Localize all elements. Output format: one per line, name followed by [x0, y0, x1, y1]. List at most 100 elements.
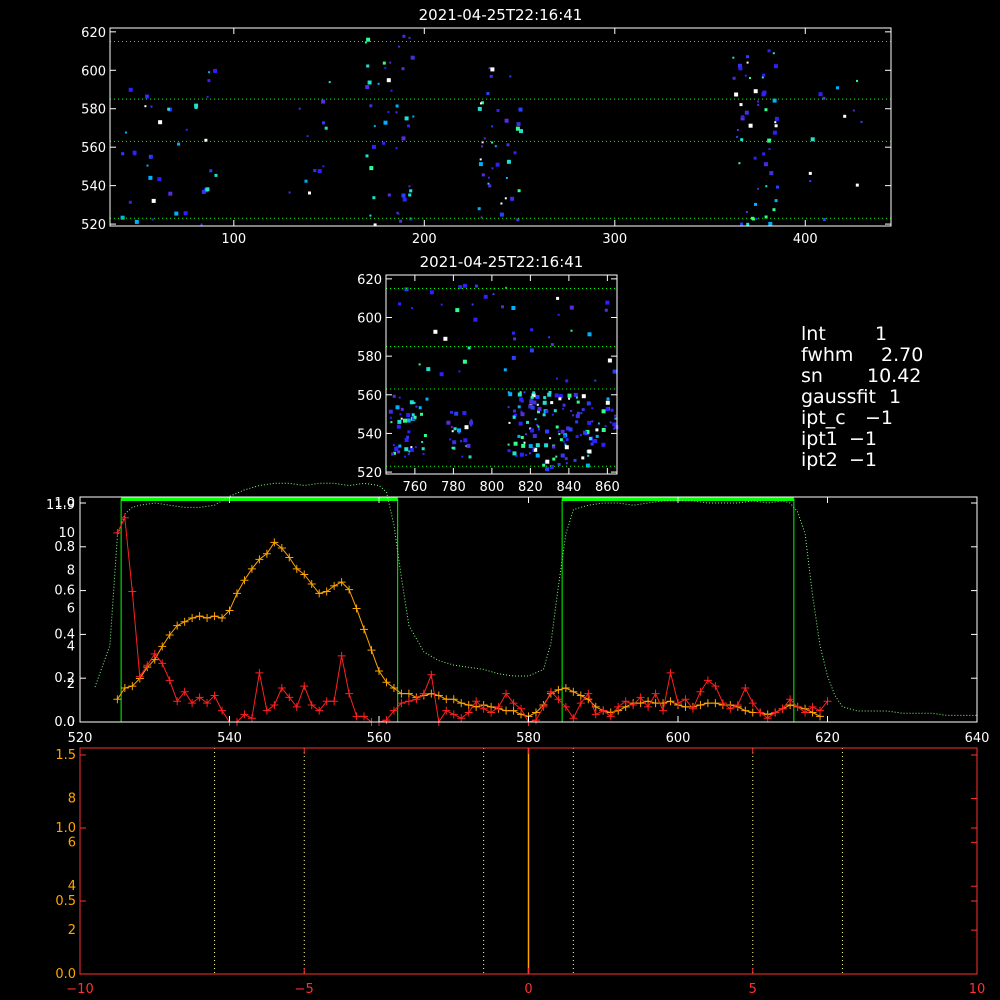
pixel-speck [518, 421, 523, 426]
pixel-speck [504, 197, 507, 200]
pixel-speck [407, 124, 410, 128]
pixel-speck [151, 155, 153, 158]
pixel-speck [744, 110, 749, 115]
pixel-speck [601, 428, 606, 432]
pixel-speck [390, 421, 393, 424]
pixel-speck [400, 407, 404, 411]
pixel-speck [500, 202, 503, 205]
pixel-speck [404, 116, 409, 121]
pixel-speck [148, 175, 153, 180]
pixel-speck [410, 55, 415, 60]
pixel-speck [822, 218, 826, 221]
pixel-speck [808, 171, 812, 175]
pixel-speck [409, 189, 413, 193]
pixel-speck [452, 440, 457, 445]
pixel-speck [573, 458, 577, 462]
pixel-speck [422, 452, 425, 455]
pixel-speck [550, 401, 554, 405]
pixel-speck [609, 421, 612, 424]
pixel-speck [586, 401, 591, 406]
y-tick-label: 580 [357, 350, 382, 365]
pixel-speck [372, 196, 376, 200]
pixel-speck [530, 328, 534, 332]
y-count-tick-label: 6 [68, 835, 76, 850]
param-fwhm-value: 2.70 [881, 344, 924, 366]
pixel-speck [288, 191, 291, 194]
pixel-speck [365, 85, 370, 90]
pixel-speck [553, 409, 557, 413]
pixel-speck [450, 410, 453, 414]
y-tick-label: 0.5 [55, 894, 76, 909]
pixel-speck [462, 283, 467, 288]
pixel-speck [739, 103, 743, 107]
pixel-speck [421, 447, 425, 451]
pixel-speck [581, 394, 586, 399]
pixel-speck [321, 99, 326, 104]
pixel-speck [145, 94, 148, 97]
pixel-speck [587, 420, 592, 425]
x-tick-label: 300 [602, 232, 627, 247]
pixel-speck [395, 111, 398, 114]
pixel-speck [612, 369, 617, 374]
pixel-speck [507, 406, 510, 409]
pixel-speck [167, 107, 171, 111]
y-tick-label: 520 [81, 218, 106, 233]
pixel-speck [477, 207, 481, 211]
pixel-speck [510, 196, 515, 201]
pixel-speck [565, 379, 569, 383]
pixel-speck [144, 105, 147, 108]
pixel-speck [477, 106, 482, 111]
pixel-speck [207, 79, 211, 83]
pixel-speck [408, 193, 412, 197]
pixel-speck [772, 52, 775, 55]
pixel-speck [494, 145, 497, 148]
pixel-speck [168, 191, 173, 196]
pixel-speck [146, 164, 149, 167]
pixel-speck [399, 413, 402, 416]
pixel-speck [535, 443, 540, 448]
pixel-speck [490, 67, 495, 72]
pixel-speck [768, 148, 771, 150]
pixel-speck [525, 433, 527, 436]
pixel-speck [317, 169, 322, 174]
pixel-speck [605, 300, 610, 305]
pixel-speck [404, 447, 409, 452]
pixel-speck [556, 296, 560, 300]
pixel-speck [564, 445, 569, 450]
pixel-speck [528, 404, 533, 409]
pixel-speck [491, 125, 494, 128]
pixel-speck [547, 392, 552, 397]
y-tick-label: 0.8 [54, 540, 75, 555]
pixel-speck [415, 405, 418, 408]
pixel-speck [575, 414, 580, 419]
pixel-speck [530, 428, 535, 433]
pixel-speck [774, 199, 778, 203]
x-tick-label: −5 [295, 982, 314, 997]
pixel-speck [583, 430, 588, 435]
pixel-speck [855, 183, 859, 187]
pixel-speck [420, 412, 423, 416]
pixel-speck [537, 425, 540, 428]
pixel-speck [388, 409, 393, 414]
pixel-speck [439, 372, 444, 377]
y-count-tick-label: 2 [67, 677, 75, 692]
pixel-speck [764, 162, 767, 165]
pixel-speck [407, 453, 410, 456]
pixel-speck [740, 222, 744, 226]
pixel-speck [408, 185, 411, 188]
pixel-speck [121, 152, 125, 156]
pixel-speck [410, 446, 413, 449]
param-gaussfit-label: gaussfit [801, 386, 876, 408]
pixel-speck [513, 151, 517, 155]
pixel-speck [404, 455, 406, 458]
pixel-speck [382, 141, 386, 145]
pixel-speck [545, 410, 549, 414]
pixel-speck [206, 96, 209, 98]
x-tick-label: 840 [556, 480, 581, 495]
pixel-speck [772, 130, 777, 135]
pixel-speck [194, 106, 198, 109]
pixel-speck [128, 200, 132, 204]
pixel-speck [504, 118, 509, 123]
y-count-tick-label: 2 [68, 923, 76, 938]
pixel-speck [746, 61, 749, 64]
